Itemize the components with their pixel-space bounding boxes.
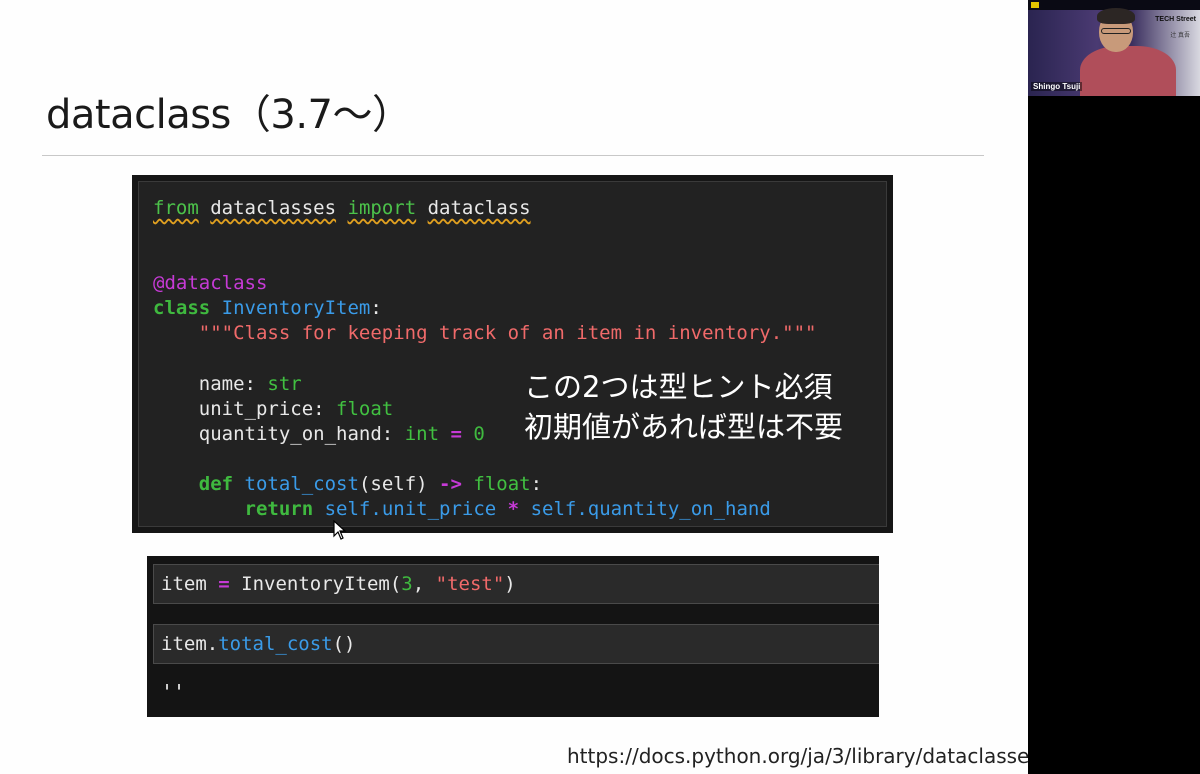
self-ref: self xyxy=(324,498,371,520)
arg-string: "test" xyxy=(435,573,505,595)
object-ref: item. xyxy=(161,633,219,655)
field-name: name xyxy=(198,373,245,395)
class-keyword: class xyxy=(153,297,211,319)
cell-code: item.total_cost() xyxy=(161,633,355,655)
notebook-cells: item = InventoryItem(3, "test") item.tot… xyxy=(147,556,879,717)
code-line-def: def total_cost(self) -> float: xyxy=(198,473,543,495)
source-url: https://docs.python.org/ja/3/library/dat… xyxy=(567,744,1092,768)
method-name: total_cost xyxy=(244,473,359,495)
return-arrow: -> xyxy=(439,473,462,495)
attr-ref: .unit_price xyxy=(370,498,497,520)
presenter-hair xyxy=(1097,8,1135,24)
presentation-slide: dataclass（3.7～） from dataclasses import … xyxy=(0,0,1092,774)
code-line-decorator: @dataclass xyxy=(153,271,267,295)
title-divider xyxy=(42,155,984,156)
field-type: int xyxy=(404,423,440,445)
var-name: item xyxy=(161,573,207,595)
from-keyword: from xyxy=(153,197,199,219)
call-parens: () xyxy=(332,633,356,655)
code-line-class: class InventoryItem: xyxy=(153,296,382,320)
code-line-import: from dataclasses import dataclass xyxy=(153,196,531,220)
presenter-body xyxy=(1080,46,1176,96)
code-line-field-name: name: str xyxy=(198,373,302,395)
presenter-glasses xyxy=(1101,28,1131,34)
arg-comma: , xyxy=(412,573,436,595)
module-name: dataclasses xyxy=(210,197,337,219)
code-line-field-unit-price: unit_price: float xyxy=(198,398,394,420)
docstring: """Class for keeping track of an item in… xyxy=(198,322,817,344)
arg-number: 3 xyxy=(401,573,413,595)
presenter-name: Shingo Tsuji xyxy=(1031,82,1083,91)
presenter-video: TECH Street 辻 真吾 Shingo Tsuji xyxy=(1028,0,1200,96)
code-line-field-quantity: quantity_on_hand: int = 0 xyxy=(198,423,485,445)
channel-logo-icon xyxy=(1031,2,1039,8)
code-line-docstring: """Class for keeping track of an item in… xyxy=(153,321,817,345)
field-default: 0 xyxy=(473,423,485,445)
return-keyword: return xyxy=(244,498,314,520)
field-name: unit_price xyxy=(198,398,314,420)
attr-ref: .quantity_on_hand xyxy=(576,498,771,520)
field-type: float xyxy=(336,398,394,420)
method-params: (self) xyxy=(358,473,428,495)
notebook-cell-1[interactable]: item = InventoryItem(3, "test") xyxy=(153,564,879,604)
brand-logo: TECH Street xyxy=(1155,16,1196,23)
def-keyword: def xyxy=(198,473,234,495)
multiply-operator: * xyxy=(507,498,520,520)
method-call: total_cost xyxy=(218,633,333,655)
decorator: @dataclass xyxy=(153,272,268,294)
code-block: from dataclasses import dataclass @datac… xyxy=(132,175,893,533)
mouse-pointer-icon xyxy=(333,520,347,540)
class-colon: : xyxy=(370,297,382,319)
slide-title: dataclass（3.7～） xyxy=(46,92,412,138)
self-ref: self xyxy=(530,498,577,520)
cell-output: '' xyxy=(161,680,186,704)
annotation-line: この2つは型ヒント必須 xyxy=(524,370,833,404)
constructor-call: InventoryItem( xyxy=(241,573,402,595)
field-name: quantity_on_hand xyxy=(198,423,382,445)
annotation-line: 初期値があれば型は不要 xyxy=(524,410,844,444)
brand-subtitle: 辻 真吾 xyxy=(1170,33,1190,39)
code-editor: from dataclasses import dataclass @datac… xyxy=(138,181,887,527)
call-close: ) xyxy=(504,573,516,595)
import-keyword: import xyxy=(347,197,417,219)
video-sidebar: TECH Street 辻 真吾 Shingo Tsuji xyxy=(1028,0,1200,774)
assign-operator: = xyxy=(218,573,230,595)
imported-name: dataclass xyxy=(427,197,531,219)
cell-code: item = InventoryItem(3, "test") xyxy=(161,573,516,595)
field-type: str xyxy=(267,373,302,395)
notebook-cell-2[interactable]: item.total_cost() xyxy=(153,624,879,664)
assign-operator: = xyxy=(450,423,462,445)
code-line-return: return self.unit_price * self.quantity_o… xyxy=(153,497,771,521)
slide-annotation: この2つは型ヒント必須 初期値があれば型は不要 xyxy=(524,367,843,447)
class-name: InventoryItem xyxy=(221,297,371,319)
return-type: float xyxy=(473,473,531,495)
